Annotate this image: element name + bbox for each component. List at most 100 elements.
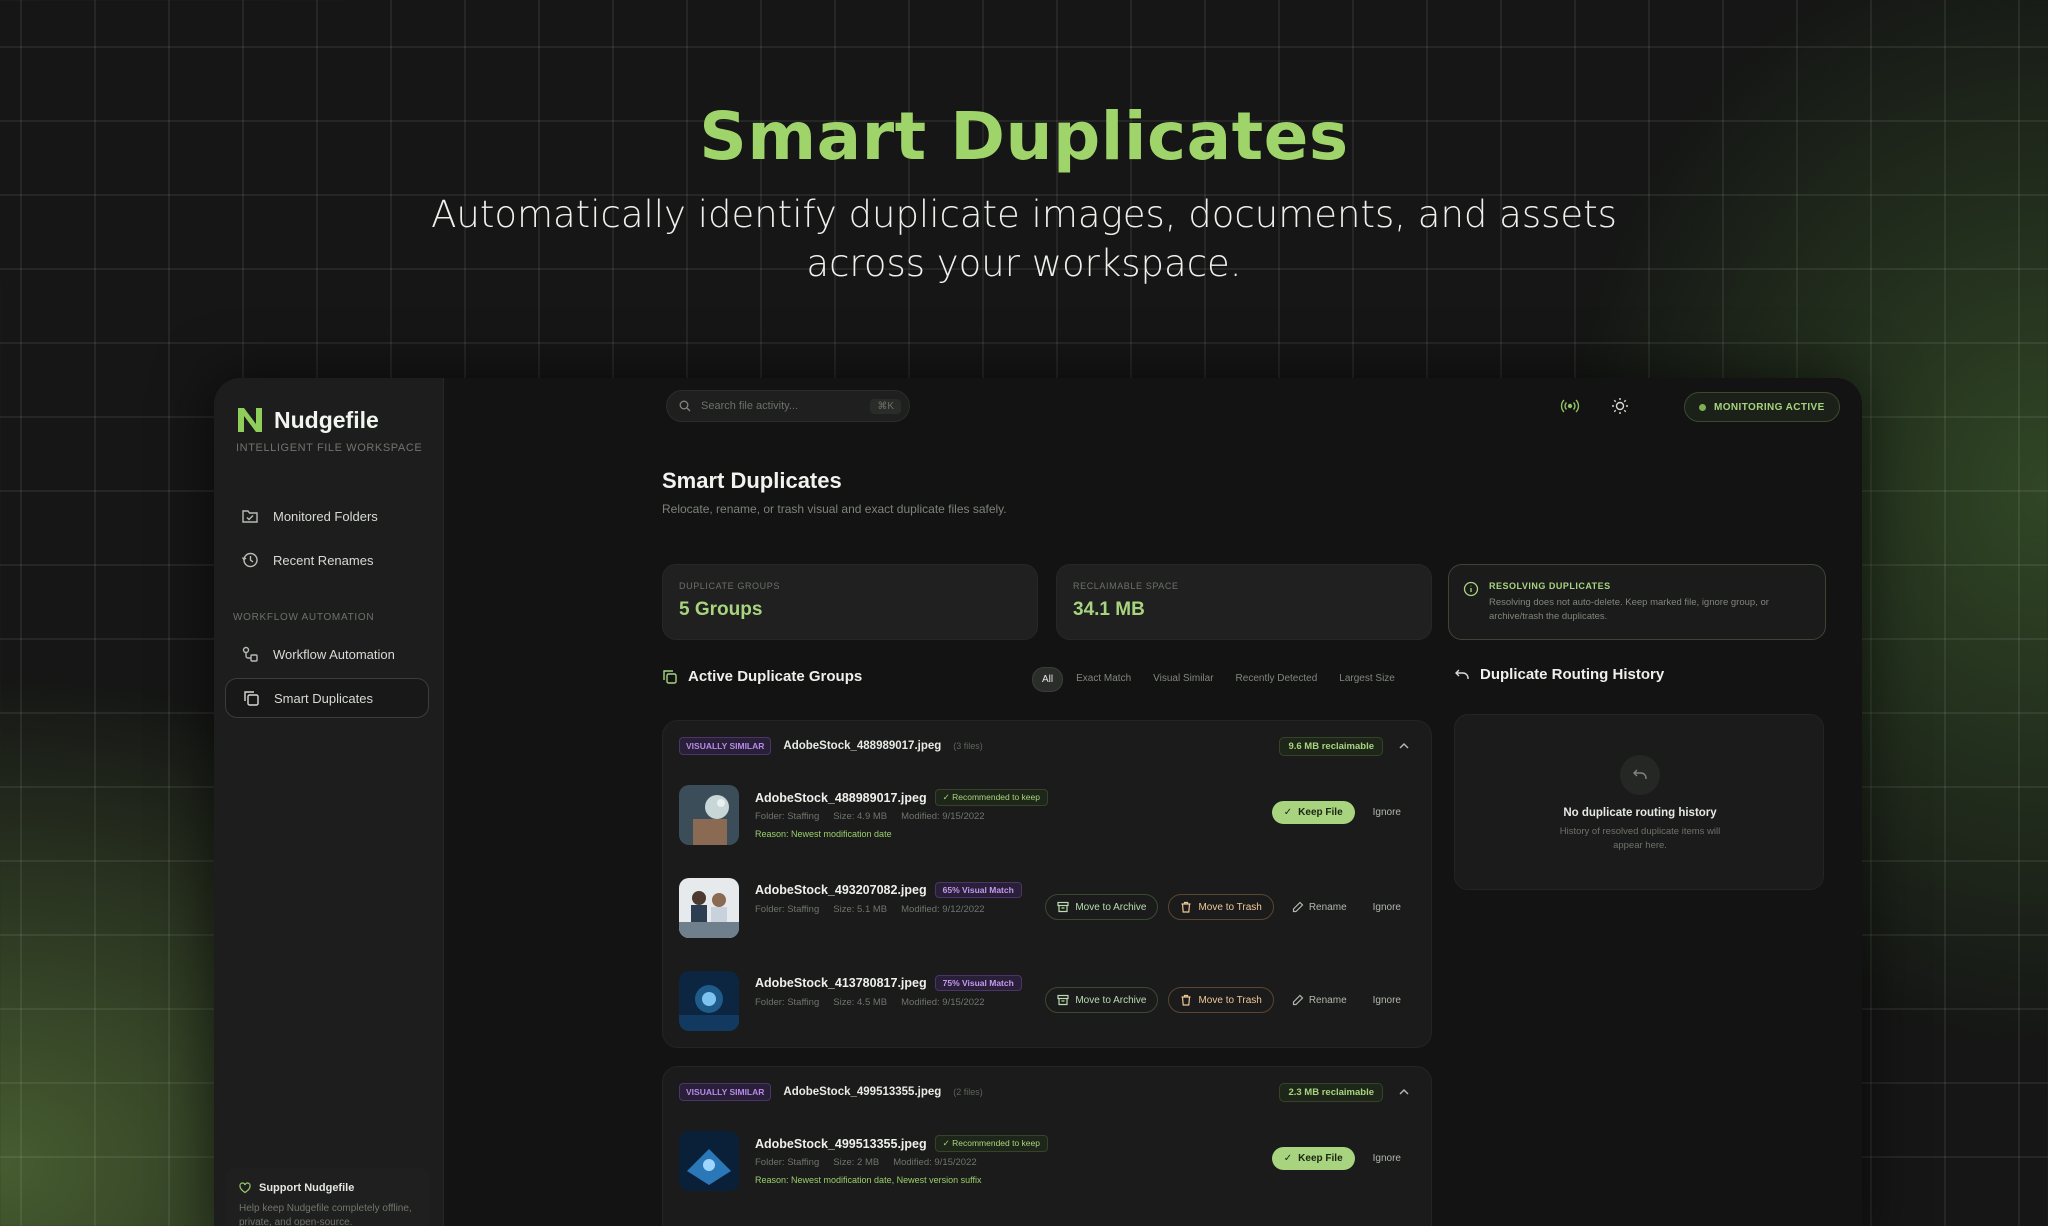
ignore-button[interactable]: Ignore bbox=[1365, 801, 1409, 824]
sidebar: Nudgefile INTELLIGENT FILE WORKSPACE Mon… bbox=[214, 378, 444, 1226]
file-row: AdobeStock_493207082.jpeg 65% Visual Mat… bbox=[679, 878, 1419, 942]
page-title: Smart Duplicates bbox=[662, 468, 842, 493]
file-actions: Move to Archive Move to Trash Rename Ign… bbox=[1045, 987, 1409, 1013]
history-heading-label: Duplicate Routing History bbox=[1480, 666, 1665, 683]
archive-label: Move to Archive bbox=[1075, 901, 1147, 913]
page-subtitle: Relocate, rename, or trash visual and ex… bbox=[662, 502, 1007, 516]
move-to-trash-button[interactable]: Move to Trash bbox=[1168, 987, 1274, 1013]
ignore-button[interactable]: Ignore bbox=[1365, 1147, 1409, 1170]
reclaimable-badge: 9.6 MB reclaimable bbox=[1279, 737, 1383, 756]
stat-label: DUPLICATE GROUPS bbox=[679, 581, 780, 591]
keep-reason: Reason: Newest modification date, Newest… bbox=[755, 1175, 982, 1185]
filter-exact-match[interactable]: Exact Match bbox=[1067, 667, 1140, 692]
group-header[interactable]: VISUALLY SIMILAR AdobeStock_499513355.jp… bbox=[679, 1083, 983, 1101]
sidebar-item-smart-duplicates[interactable]: Smart Duplicates bbox=[225, 678, 429, 718]
rename-label: Rename bbox=[1308, 901, 1347, 913]
file-folder: Folder: Staffing bbox=[755, 1157, 820, 1168]
duplicate-icon bbox=[244, 691, 259, 706]
file-thumbnail bbox=[679, 971, 739, 1031]
group-file-count: (3 files) bbox=[953, 741, 983, 751]
support-card[interactable]: Support Nudgefile Help keep Nudgefile co… bbox=[225, 1168, 429, 1226]
resolving-title: RESOLVING DUPLICATES bbox=[1489, 581, 1611, 591]
rename-button[interactable]: Rename bbox=[1284, 895, 1355, 919]
file-folder: Folder: Staffing bbox=[755, 997, 820, 1008]
file-actions: ✓ Keep File Ignore bbox=[1271, 801, 1409, 824]
file-size: Size: 2 MB bbox=[833, 1157, 880, 1168]
archive-label: Move to Archive bbox=[1075, 994, 1147, 1006]
brand-tagline: INTELLIGENT FILE WORKSPACE bbox=[236, 442, 423, 454]
group-type-tag: VISUALLY SIMILAR bbox=[679, 737, 772, 755]
file-name: AdobeStock_493207082.jpeg bbox=[755, 883, 927, 897]
file-meta: Folder: Staffing Size: 4.5 MB Modified: … bbox=[755, 997, 985, 1008]
recommended-label: Recommended to keep bbox=[952, 792, 1040, 802]
search-icon bbox=[679, 400, 691, 412]
history-empty-icon-wrap bbox=[1620, 755, 1660, 795]
file-meta: Folder: Staffing Size: 2 MB Modified: 9/… bbox=[755, 1157, 977, 1168]
status-label: MONITORING ACTIVE bbox=[1714, 401, 1825, 413]
sidebar-item-monitored-folders[interactable]: Monitored Folders bbox=[225, 496, 429, 536]
visual-match-badge: 75% Visual Match bbox=[934, 975, 1022, 991]
edit-icon bbox=[1292, 994, 1304, 1006]
undo-icon bbox=[1633, 769, 1647, 779]
file-row: AdobeStock_413780817.jpeg 75% Visual Mat… bbox=[679, 971, 1419, 1035]
history-empty-title: No duplicate routing history bbox=[1563, 807, 1717, 819]
filter-visual-similar[interactable]: Visual Similar bbox=[1144, 667, 1222, 692]
monitoring-status-badge[interactable]: MONITORING ACTIVE bbox=[1684, 392, 1840, 422]
ignore-button[interactable]: Ignore bbox=[1365, 989, 1409, 1012]
duplicate-group: VISUALLY SIMILAR AdobeStock_488989017.jp… bbox=[662, 720, 1432, 1048]
shortcut-hint: ⌘K bbox=[870, 398, 901, 414]
filter-tabs: All Exact Match Visual Similar Recently … bbox=[1032, 667, 1404, 692]
rename-button[interactable]: Rename bbox=[1284, 988, 1355, 1012]
sidebar-item-label: Monitored Folders bbox=[273, 508, 378, 524]
sidebar-item-label: Workflow Automation bbox=[273, 646, 395, 662]
undo-icon bbox=[1455, 669, 1469, 679]
archive-icon bbox=[1057, 901, 1069, 913]
stat-duplicate-groups: DUPLICATE GROUPS 5 Groups bbox=[662, 564, 1038, 640]
file-thumbnail bbox=[679, 785, 739, 845]
logo[interactable]: Nudgefile bbox=[236, 406, 379, 434]
broadcast-icon[interactable] bbox=[1560, 396, 1580, 416]
keep-label: Keep File bbox=[1298, 1153, 1343, 1164]
group-name: AdobeStock_488989017.jpeg bbox=[783, 740, 942, 752]
move-to-archive-button[interactable]: Move to Archive bbox=[1045, 894, 1159, 920]
heart-icon bbox=[239, 1182, 251, 1194]
resolving-text: Resolving does not auto-delete. Keep mar… bbox=[1489, 597, 1769, 622]
group-header[interactable]: VISUALLY SIMILAR AdobeStock_488989017.jp… bbox=[679, 737, 983, 755]
file-name: AdobeStock_499513355.jpeg bbox=[755, 1136, 927, 1151]
ignore-button[interactable]: Ignore bbox=[1365, 896, 1409, 919]
file-actions: Move to Archive Move to Trash Rename Ign… bbox=[1045, 894, 1409, 920]
support-text: Help keep Nudgefile completely offline, … bbox=[239, 1203, 412, 1226]
move-to-archive-button[interactable]: Move to Archive bbox=[1045, 987, 1159, 1013]
keep-file-button[interactable]: ✓ Keep File bbox=[1271, 801, 1355, 824]
move-to-trash-button[interactable]: Move to Trash bbox=[1168, 894, 1274, 920]
search-bar[interactable]: Search file activity... ⌘K bbox=[666, 390, 910, 422]
resolving-info-card: RESOLVING DUPLICATES Resolving does not … bbox=[1448, 564, 1826, 640]
trash-label: Move to Trash bbox=[1198, 901, 1262, 913]
filter-recently-detected[interactable]: Recently Detected bbox=[1227, 667, 1327, 692]
filter-all[interactable]: All bbox=[1032, 667, 1064, 692]
folder-check-icon bbox=[242, 510, 258, 523]
keep-file-button[interactable]: ✓ Keep File bbox=[1271, 1147, 1355, 1170]
routing-history-panel: No duplicate routing history History of … bbox=[1454, 714, 1824, 890]
reclaimable-badge: 2.3 MB reclaimable bbox=[1279, 1083, 1383, 1102]
chevron-up-icon[interactable] bbox=[1397, 739, 1411, 753]
sidebar-item-workflow-automation[interactable]: Workflow Automation bbox=[225, 634, 429, 674]
trash-icon bbox=[1181, 901, 1191, 913]
info-icon bbox=[1463, 581, 1479, 597]
filter-largest-size[interactable]: Largest Size bbox=[1330, 667, 1404, 692]
brand-name: Nudgefile bbox=[274, 406, 379, 433]
file-row: AdobeStock_499513355.jpeg ✓ Recommended … bbox=[679, 1131, 1419, 1195]
sun-icon[interactable] bbox=[1610, 396, 1630, 416]
app-window: Nudgefile INTELLIGENT FILE WORKSPACE Mon… bbox=[214, 378, 1862, 1226]
keep-reason: Reason: Newest modification date bbox=[755, 829, 892, 839]
section-label: WORKFLOW AUTOMATION bbox=[233, 612, 375, 623]
file-thumbnail bbox=[679, 878, 739, 938]
sidebar-item-recent-renames[interactable]: Recent Renames bbox=[225, 540, 429, 580]
search-input[interactable]: Search file activity... bbox=[701, 400, 860, 412]
groups-heading-label: Active Duplicate Groups bbox=[688, 668, 863, 685]
recommended-badge: ✓ Recommended to keep bbox=[934, 789, 1048, 806]
file-size: Size: 4.5 MB bbox=[833, 997, 888, 1008]
chevron-up-icon[interactable] bbox=[1397, 1085, 1411, 1099]
edit-icon bbox=[1292, 901, 1304, 913]
trash-icon bbox=[1181, 994, 1191, 1006]
